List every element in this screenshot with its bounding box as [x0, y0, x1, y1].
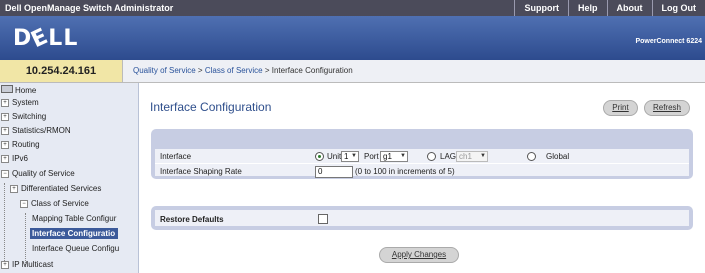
page-title: Interface Configuration	[150, 100, 272, 114]
expand-icon: +	[10, 185, 18, 193]
top-bar: Dell OpenManage Switch Administrator Sup…	[0, 0, 705, 16]
logout-link[interactable]: Log Out	[651, 0, 705, 16]
expand-icon: +	[1, 141, 9, 149]
shaping-rate-hint: (0 to 100 in increments of 5)	[355, 167, 455, 176]
sidebar-item-qos[interactable]: − Quality of Service	[1, 168, 75, 179]
sidebar-item-cos[interactable]: − Class of Service	[20, 198, 89, 209]
sidebar-item-ip-multicast[interactable]: + IP Multicast	[1, 259, 53, 270]
interface-panel: Interface Unit 1 ▼ Port g1 ▼ LAG ch1 ▼ Glob…	[151, 129, 693, 179]
restore-panel-body	[155, 210, 689, 226]
switch-ip: 10.254.24.161	[0, 60, 122, 83]
chevron-down-icon: ▼	[400, 153, 406, 159]
main-content: Interface Configuration Print Refresh In…	[139, 83, 705, 273]
restore-defaults-checkbox[interactable]	[318, 214, 328, 224]
shaping-rate-label: Interface Shaping Rate	[160, 167, 242, 176]
refresh-button[interactable]: Refresh	[644, 100, 690, 116]
unit-radio[interactable]	[315, 152, 324, 161]
breadcrumb-separator: >	[262, 66, 272, 75]
port-label: Port	[364, 152, 379, 161]
breadcrumb-cos[interactable]: Class of Service	[205, 66, 263, 75]
expand-icon: +	[1, 155, 9, 163]
header-banner: DELL PowerConnect 6224	[0, 16, 705, 60]
expand-icon: +	[1, 127, 9, 135]
expand-icon: +	[1, 113, 9, 121]
sidebar-item-statistics[interactable]: + Statistics/RMON	[1, 125, 71, 136]
expand-icon: +	[1, 261, 9, 269]
top-links: Support Help About Log Out	[514, 0, 705, 16]
expand-icon: +	[1, 99, 9, 107]
help-link[interactable]: Help	[567, 0, 607, 16]
unit-select[interactable]: 1 ▼	[341, 151, 359, 162]
global-radio[interactable]	[527, 152, 536, 161]
global-label: Global	[546, 152, 570, 161]
lag-radio[interactable]	[427, 152, 436, 161]
collapse-icon: −	[1, 170, 9, 178]
sidebar-item-diffserv[interactable]: + Differentiated Services	[10, 183, 101, 194]
breadcrumb-current: Interface Configuration	[271, 66, 353, 75]
sidebar-item-interface-queue[interactable]: Interface Queue Configu	[32, 243, 119, 254]
row-divider	[155, 163, 689, 164]
collapse-icon: −	[20, 200, 28, 208]
shaping-rate-input[interactable]: 0	[315, 166, 353, 178]
lag-select[interactable]: ch1 ▼	[456, 151, 488, 162]
support-link[interactable]: Support	[514, 0, 568, 16]
sidebar-item-ipv6[interactable]: + IPv6	[1, 153, 28, 164]
lag-label: LAG	[440, 152, 457, 161]
breadcrumb: Quality of Service > Class of Service > …	[122, 60, 705, 83]
home-icon	[1, 85, 13, 93]
breadcrumb-separator: >	[195, 66, 205, 75]
chevron-down-icon: ▼	[480, 153, 486, 159]
unit-label: Unit	[327, 152, 342, 161]
sidebar-item-home[interactable]: Home	[1, 85, 36, 96]
sidebar-item-interface-config[interactable]: Interface Configuratio	[30, 228, 119, 239]
tree-line	[4, 183, 5, 269]
port-select[interactable]: g1 ▼	[380, 151, 408, 162]
sidebar-item-switching[interactable]: + Switching	[1, 111, 46, 122]
print-button[interactable]: Print	[603, 100, 638, 116]
interface-label: Interface	[160, 152, 192, 161]
sidebar-nav: Home + System + Switching + Statistics/RMON…	[0, 83, 139, 273]
app-title: Dell OpenManage Switch Administrator	[5, 3, 174, 13]
restore-defaults-label: Restore Defaults	[160, 215, 224, 224]
product-name: PowerConnect 6224	[635, 38, 702, 45]
chevron-down-icon: ▼	[351, 153, 357, 159]
restore-panel: Restore Defaults	[151, 206, 693, 230]
about-link[interactable]: About	[606, 0, 652, 16]
sidebar-item-mapping-table[interactable]: Mapping Table Configur	[32, 213, 116, 224]
dell-logo: DELL	[13, 23, 79, 54]
apply-changes-button[interactable]: Apply Changes	[379, 247, 459, 263]
sidebar-item-system[interactable]: + System	[1, 97, 39, 108]
sidebar-item-routing[interactable]: + Routing	[1, 139, 40, 150]
breadcrumb-qos[interactable]: Quality of Service	[133, 66, 196, 75]
